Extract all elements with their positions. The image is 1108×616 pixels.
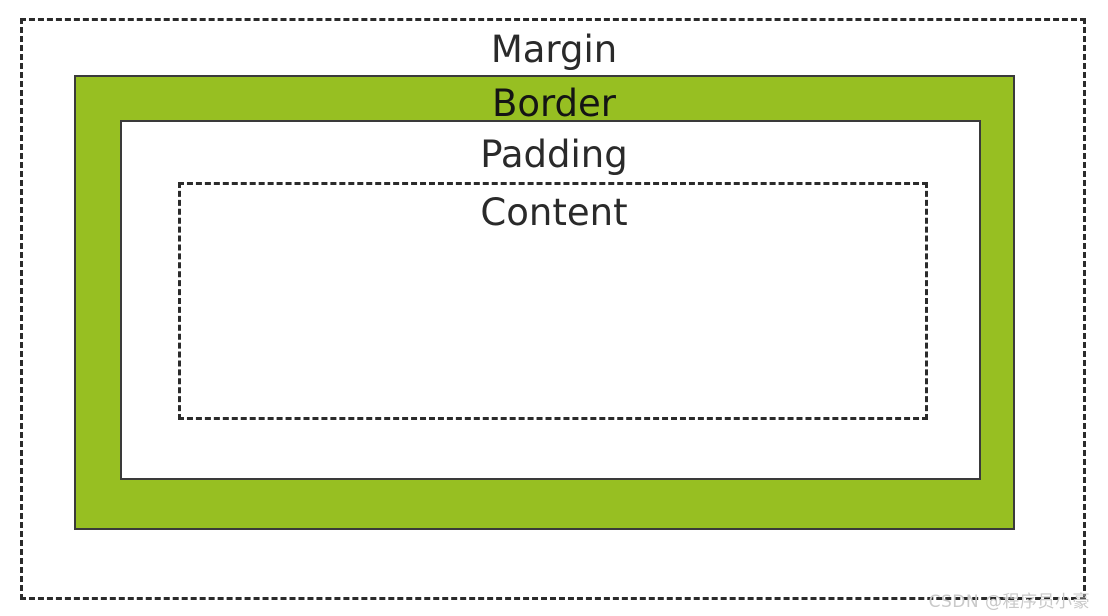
content-box [178, 182, 928, 420]
box-model-diagram: Margin Border Padding Content CSDN @程序员小… [0, 0, 1108, 616]
